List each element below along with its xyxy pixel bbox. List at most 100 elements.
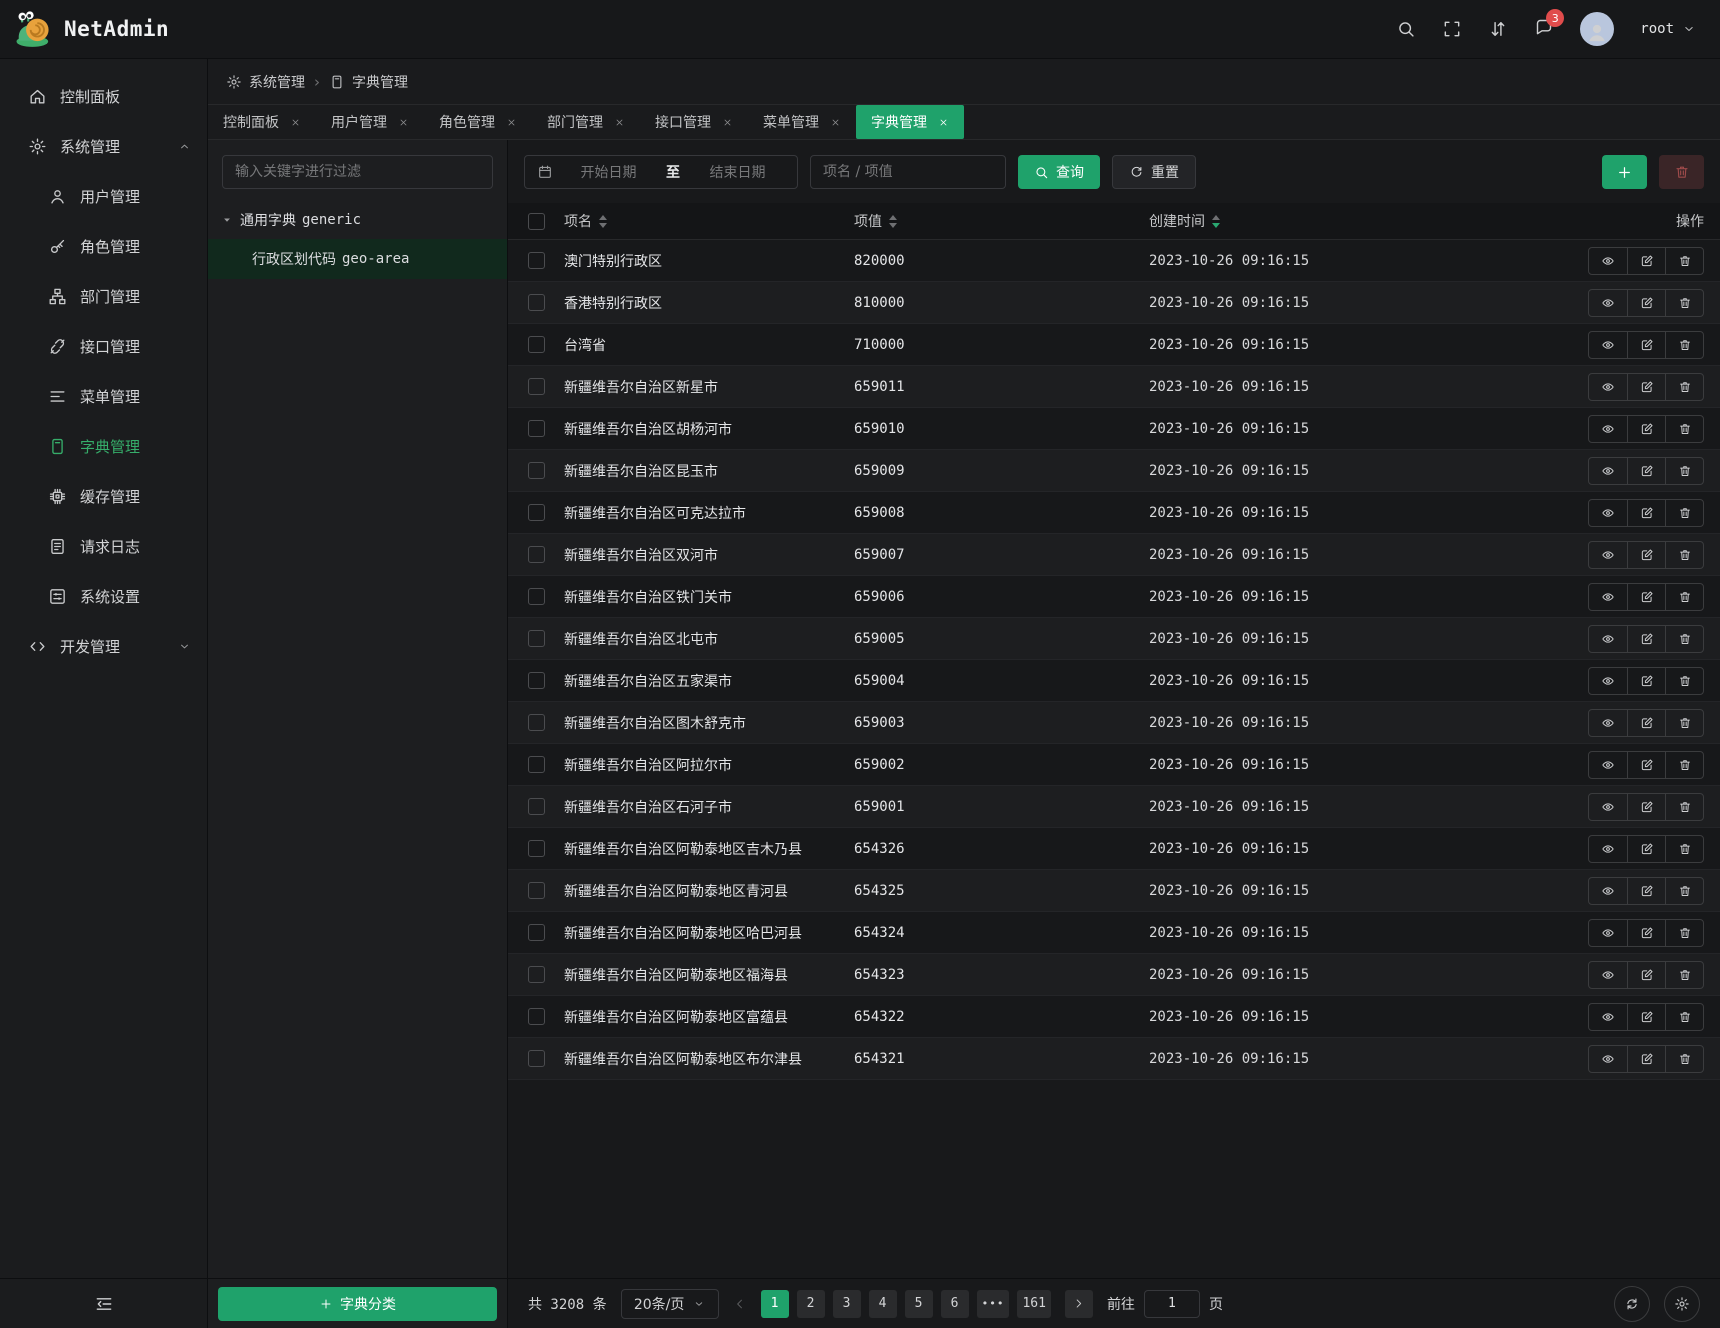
view-button[interactable] (1589, 668, 1627, 694)
page-button[interactable]: 4 (869, 1290, 897, 1318)
view-button[interactable] (1589, 332, 1627, 358)
sidebar-item[interactable]: 系统管理 (0, 121, 207, 171)
page-button[interactable]: 6 (941, 1290, 969, 1318)
close-icon[interactable] (938, 117, 949, 128)
settings-button[interactable] (1664, 1286, 1700, 1322)
table-row[interactable]: 新疆维吾尔自治区北屯市 659005 2023-10-26 09:16:15 (508, 618, 1720, 660)
close-icon[interactable] (398, 117, 409, 128)
page-button[interactable]: ••• (977, 1290, 1010, 1318)
next-page-button[interactable] (1065, 1290, 1093, 1318)
page-button[interactable]: 2 (797, 1290, 825, 1318)
sidebar-item[interactable]: 字典管理 (0, 421, 207, 471)
delete-button[interactable] (1665, 500, 1703, 526)
page-button[interactable]: 5 (905, 1290, 933, 1318)
delete-button[interactable] (1665, 836, 1703, 862)
table-row[interactable]: 新疆维吾尔自治区阿勒泰地区哈巴河县 654324 2023-10-26 09:1… (508, 912, 1720, 954)
tab[interactable]: 字典管理 (856, 105, 964, 139)
view-button[interactable] (1589, 290, 1627, 316)
delete-button[interactable] (1665, 332, 1703, 358)
date-range-picker[interactable]: 开始日期 至 结束日期 (524, 155, 798, 189)
close-icon[interactable] (506, 117, 517, 128)
sort-time-control[interactable] (1212, 215, 1220, 228)
edit-button[interactable] (1627, 458, 1665, 484)
table-row[interactable]: 新疆维吾尔自治区阿勒泰地区吉木乃县 654326 2023-10-26 09:1… (508, 828, 1720, 870)
sidebar-item[interactable]: 请求日志 (0, 521, 207, 571)
table-row[interactable]: 新疆维吾尔自治区铁门关市 659006 2023-10-26 09:16:15 (508, 576, 1720, 618)
view-button[interactable] (1589, 962, 1627, 988)
edit-button[interactable] (1627, 1004, 1665, 1030)
table-row[interactable]: 新疆维吾尔自治区阿勒泰地区青河县 654325 2023-10-26 09:16… (508, 870, 1720, 912)
delete-button[interactable] (1665, 668, 1703, 694)
view-button[interactable] (1589, 836, 1627, 862)
collapse-sidebar-icon[interactable] (94, 1294, 114, 1314)
tree-filter-input[interactable] (222, 155, 493, 189)
table-row[interactable]: 澳门特别行政区 820000 2023-10-26 09:16:15 (508, 240, 1720, 282)
sidebar-item[interactable]: 菜单管理 (0, 371, 207, 421)
edit-button[interactable] (1627, 290, 1665, 316)
table-row[interactable]: 新疆维吾尔自治区新星市 659011 2023-10-26 09:16:15 (508, 366, 1720, 408)
tab[interactable]: 菜单管理 (748, 105, 856, 139)
row-checkbox[interactable] (528, 630, 545, 647)
edit-button[interactable] (1627, 1046, 1665, 1072)
switch-theme-icon[interactable] (1488, 19, 1508, 39)
close-icon[interactable] (722, 117, 733, 128)
row-checkbox[interactable] (528, 462, 545, 479)
row-checkbox[interactable] (528, 504, 545, 521)
view-button[interactable] (1589, 500, 1627, 526)
table-row[interactable]: 新疆维吾尔自治区昆玉市 659009 2023-10-26 09:16:15 (508, 450, 1720, 492)
tree-node-generic[interactable]: 通用字典 generic (208, 201, 507, 239)
add-dictionary-category-button[interactable]: 字典分类 (218, 1287, 497, 1321)
row-checkbox[interactable] (528, 252, 545, 269)
keyword-input[interactable] (811, 156, 1005, 188)
row-checkbox[interactable] (528, 924, 545, 941)
reset-button[interactable]: 重置 (1112, 155, 1196, 189)
edit-button[interactable] (1627, 542, 1665, 568)
table-row[interactable]: 新疆维吾尔自治区阿勒泰地区富蕴县 654322 2023-10-26 09:16… (508, 996, 1720, 1038)
tab[interactable]: 控制面板 (208, 105, 316, 139)
sort-name-control[interactable] (599, 215, 607, 228)
breadcrumb-item[interactable]: 系统管理 (226, 72, 305, 92)
tab[interactable]: 角色管理 (424, 105, 532, 139)
delete-button[interactable] (1665, 626, 1703, 652)
avatar[interactable] (1580, 12, 1614, 46)
view-button[interactable] (1589, 710, 1627, 736)
table-row[interactable]: 新疆维吾尔自治区双河市 659007 2023-10-26 09:16:15 (508, 534, 1720, 576)
page-button[interactable]: 1 (761, 1290, 789, 1318)
view-button[interactable] (1589, 626, 1627, 652)
table-row[interactable]: 新疆维吾尔自治区五家渠市 659004 2023-10-26 09:16:15 (508, 660, 1720, 702)
sidebar-item[interactable]: 接口管理 (0, 321, 207, 371)
delete-button[interactable] (1665, 542, 1703, 568)
fullscreen-icon[interactable] (1442, 19, 1462, 39)
close-icon[interactable] (830, 117, 841, 128)
row-checkbox[interactable] (528, 672, 545, 689)
sidebar-item[interactable]: 用户管理 (0, 171, 207, 221)
view-button[interactable] (1589, 458, 1627, 484)
delete-button[interactable] (1665, 248, 1703, 274)
edit-button[interactable] (1627, 752, 1665, 778)
row-checkbox[interactable] (528, 336, 545, 353)
table-row[interactable]: 新疆维吾尔自治区阿勒泰地区布尔津县 654321 2023-10-26 09:1… (508, 1038, 1720, 1080)
tab[interactable]: 接口管理 (640, 105, 748, 139)
delete-button[interactable] (1665, 458, 1703, 484)
delete-button[interactable] (1665, 1046, 1703, 1072)
select-all-checkbox[interactable] (528, 213, 545, 230)
edit-button[interactable] (1627, 836, 1665, 862)
edit-button[interactable] (1627, 332, 1665, 358)
batch-delete-button[interactable] (1659, 155, 1704, 189)
row-checkbox[interactable] (528, 966, 545, 983)
view-button[interactable] (1589, 416, 1627, 442)
breadcrumb-item[interactable]: 字典管理 (329, 72, 408, 92)
delete-button[interactable] (1665, 710, 1703, 736)
view-button[interactable] (1589, 752, 1627, 778)
sidebar-item[interactable]: 开发管理 (0, 621, 207, 671)
table-row[interactable]: 台湾省 710000 2023-10-26 09:16:15 (508, 324, 1720, 366)
table-row[interactable]: 新疆维吾尔自治区阿勒泰地区福海县 654323 2023-10-26 09:16… (508, 954, 1720, 996)
row-checkbox[interactable] (528, 420, 545, 437)
delete-button[interactable] (1665, 374, 1703, 400)
edit-button[interactable] (1627, 920, 1665, 946)
row-checkbox[interactable] (528, 294, 545, 311)
delete-button[interactable] (1665, 416, 1703, 442)
sidebar-item[interactable]: 系统设置 (0, 571, 207, 621)
tab[interactable]: 用户管理 (316, 105, 424, 139)
table-row[interactable]: 新疆维吾尔自治区图木舒克市 659003 2023-10-26 09:16:15 (508, 702, 1720, 744)
